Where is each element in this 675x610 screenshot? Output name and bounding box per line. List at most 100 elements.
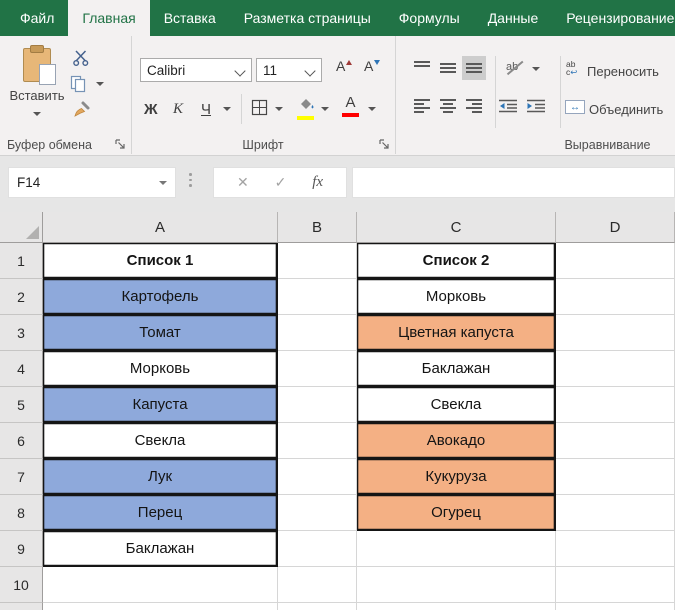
row-header-11[interactable]: 11 [0, 603, 43, 610]
row-header-2[interactable]: 2 [0, 279, 43, 315]
row-header-4[interactable]: 4 [0, 351, 43, 387]
cell-a9[interactable]: Баклажан [43, 531, 278, 567]
cell-c5[interactable]: Свекла [357, 387, 556, 423]
copy-button[interactable] [70, 75, 92, 95]
cell-b11[interactable] [278, 603, 357, 610]
cell-a8[interactable]: Перец [43, 495, 278, 531]
select-all-corner[interactable] [0, 212, 43, 243]
cell-b2[interactable] [278, 279, 357, 315]
row-header-3[interactable]: 3 [0, 315, 43, 351]
merge-center-button[interactable]: ↔ [565, 100, 585, 114]
cut-button[interactable] [72, 49, 94, 69]
italic-button[interactable]: К [173, 96, 183, 122]
cell-d6[interactable] [556, 423, 675, 459]
cell-a7[interactable]: Лук [43, 459, 278, 495]
col-header-d[interactable]: D [556, 212, 675, 243]
cell-d5[interactable] [556, 387, 675, 423]
cell-a5[interactable]: Капуста [43, 387, 278, 423]
name-box[interactable]: F14 [8, 167, 176, 198]
row-header-10[interactable]: 10 [0, 567, 43, 603]
cell-a10[interactable] [43, 567, 278, 603]
underline-dropdown-arrow-icon[interactable] [223, 107, 231, 111]
cell-d10[interactable] [556, 567, 675, 603]
cell-b5[interactable] [278, 387, 357, 423]
wrap-text-button[interactable]: ab c↩ [566, 60, 577, 76]
format-painter-button[interactable] [72, 100, 94, 120]
cell-d1[interactable] [556, 243, 675, 279]
clipboard-dialog-launcher-icon[interactable] [114, 138, 126, 150]
align-left-button[interactable] [410, 94, 434, 118]
col-header-b[interactable]: B [278, 212, 357, 243]
col-header-c[interactable]: C [357, 212, 556, 243]
enter-button[interactable]: ✓ [275, 174, 287, 191]
row-header-5[interactable]: 5 [0, 387, 43, 423]
cell-a11[interactable] [43, 603, 278, 610]
font-color-dropdown-arrow-icon[interactable] [368, 107, 376, 111]
orientation-dropdown-arrow-icon[interactable] [532, 67, 540, 71]
align-top-button[interactable] [410, 56, 434, 80]
row-header-7[interactable]: 7 [0, 459, 43, 495]
name-box-dropdown-arrow-icon[interactable] [159, 181, 167, 185]
cell-b9[interactable] [278, 531, 357, 567]
tab-review[interactable]: Рецензирование [552, 0, 675, 36]
align-bottom-button[interactable] [462, 56, 486, 80]
tab-page-layout[interactable]: Разметка страницы [230, 0, 385, 36]
cell-d9[interactable] [556, 531, 675, 567]
col-header-a[interactable]: A [43, 212, 278, 243]
cell-b1[interactable] [278, 243, 357, 279]
font-size-combobox[interactable]: 11 [256, 58, 322, 82]
cell-c2[interactable]: Морковь [357, 279, 556, 315]
cell-c7[interactable]: Кукуруза [357, 459, 556, 495]
cell-d8[interactable] [556, 495, 675, 531]
cell-b6[interactable] [278, 423, 357, 459]
tab-home[interactable]: Главная [68, 0, 149, 36]
align-right-button[interactable] [462, 94, 486, 118]
align-middle-button[interactable] [436, 56, 460, 80]
tab-insert[interactable]: Вставка [150, 0, 230, 36]
formula-input[interactable] [352, 167, 675, 198]
paste-dropdown-arrow-icon[interactable] [33, 112, 41, 116]
cell-c11[interactable] [357, 603, 556, 610]
font-color-button[interactable]: А [342, 94, 359, 117]
row-header-1[interactable]: 1 [0, 243, 43, 279]
cell-b3[interactable] [278, 315, 357, 351]
cell-b4[interactable] [278, 351, 357, 387]
decrease-font-size-button[interactable]: А [364, 60, 380, 72]
cell-a6[interactable]: Свекла [43, 423, 278, 459]
cell-a3[interactable]: Томат [43, 315, 278, 351]
cell-c4[interactable]: Баклажан [357, 351, 556, 387]
cell-b10[interactable] [278, 567, 357, 603]
cell-d7[interactable] [556, 459, 675, 495]
increase-font-size-button[interactable]: А [336, 60, 352, 72]
borders-button[interactable] [251, 99, 268, 121]
fill-color-dropdown-arrow-icon[interactable] [321, 107, 329, 111]
copy-dropdown-arrow-icon[interactable] [96, 82, 104, 86]
align-center-button[interactable] [436, 94, 460, 118]
increase-indent-button[interactable] [524, 94, 548, 118]
cell-d2[interactable] [556, 279, 675, 315]
cell-d3[interactable] [556, 315, 675, 351]
underline-button[interactable]: Ч [201, 96, 211, 122]
row-header-8[interactable]: 8 [0, 495, 43, 531]
orientation-button[interactable]: ab [504, 56, 528, 80]
cell-d4[interactable] [556, 351, 675, 387]
borders-dropdown-arrow-icon[interactable] [275, 107, 283, 111]
merge-center-label[interactable]: Объединить [589, 102, 663, 117]
cell-b7[interactable] [278, 459, 357, 495]
cell-a4[interactable]: Морковь [43, 351, 278, 387]
fill-color-button[interactable] [297, 96, 315, 120]
row-header-6[interactable]: 6 [0, 423, 43, 459]
font-dialog-launcher-icon[interactable] [378, 138, 390, 150]
cell-a1[interactable]: Список 1 [43, 243, 278, 279]
decrease-indent-button[interactable] [496, 94, 520, 118]
cell-c1[interactable]: Список 2 [357, 243, 556, 279]
cell-c3[interactable]: Цветная капуста [357, 315, 556, 351]
cell-c9[interactable] [357, 531, 556, 567]
font-name-combobox[interactable]: Calibri [140, 58, 252, 82]
insert-function-button[interactable]: fx [312, 174, 323, 191]
tab-formulas[interactable]: Формулы [385, 0, 474, 36]
paste-button[interactable]: Вставить [6, 42, 68, 140]
cancel-button[interactable]: ✕ [237, 174, 249, 191]
tab-data[interactable]: Данные [474, 0, 553, 36]
bold-button[interactable]: Ж [144, 96, 158, 122]
